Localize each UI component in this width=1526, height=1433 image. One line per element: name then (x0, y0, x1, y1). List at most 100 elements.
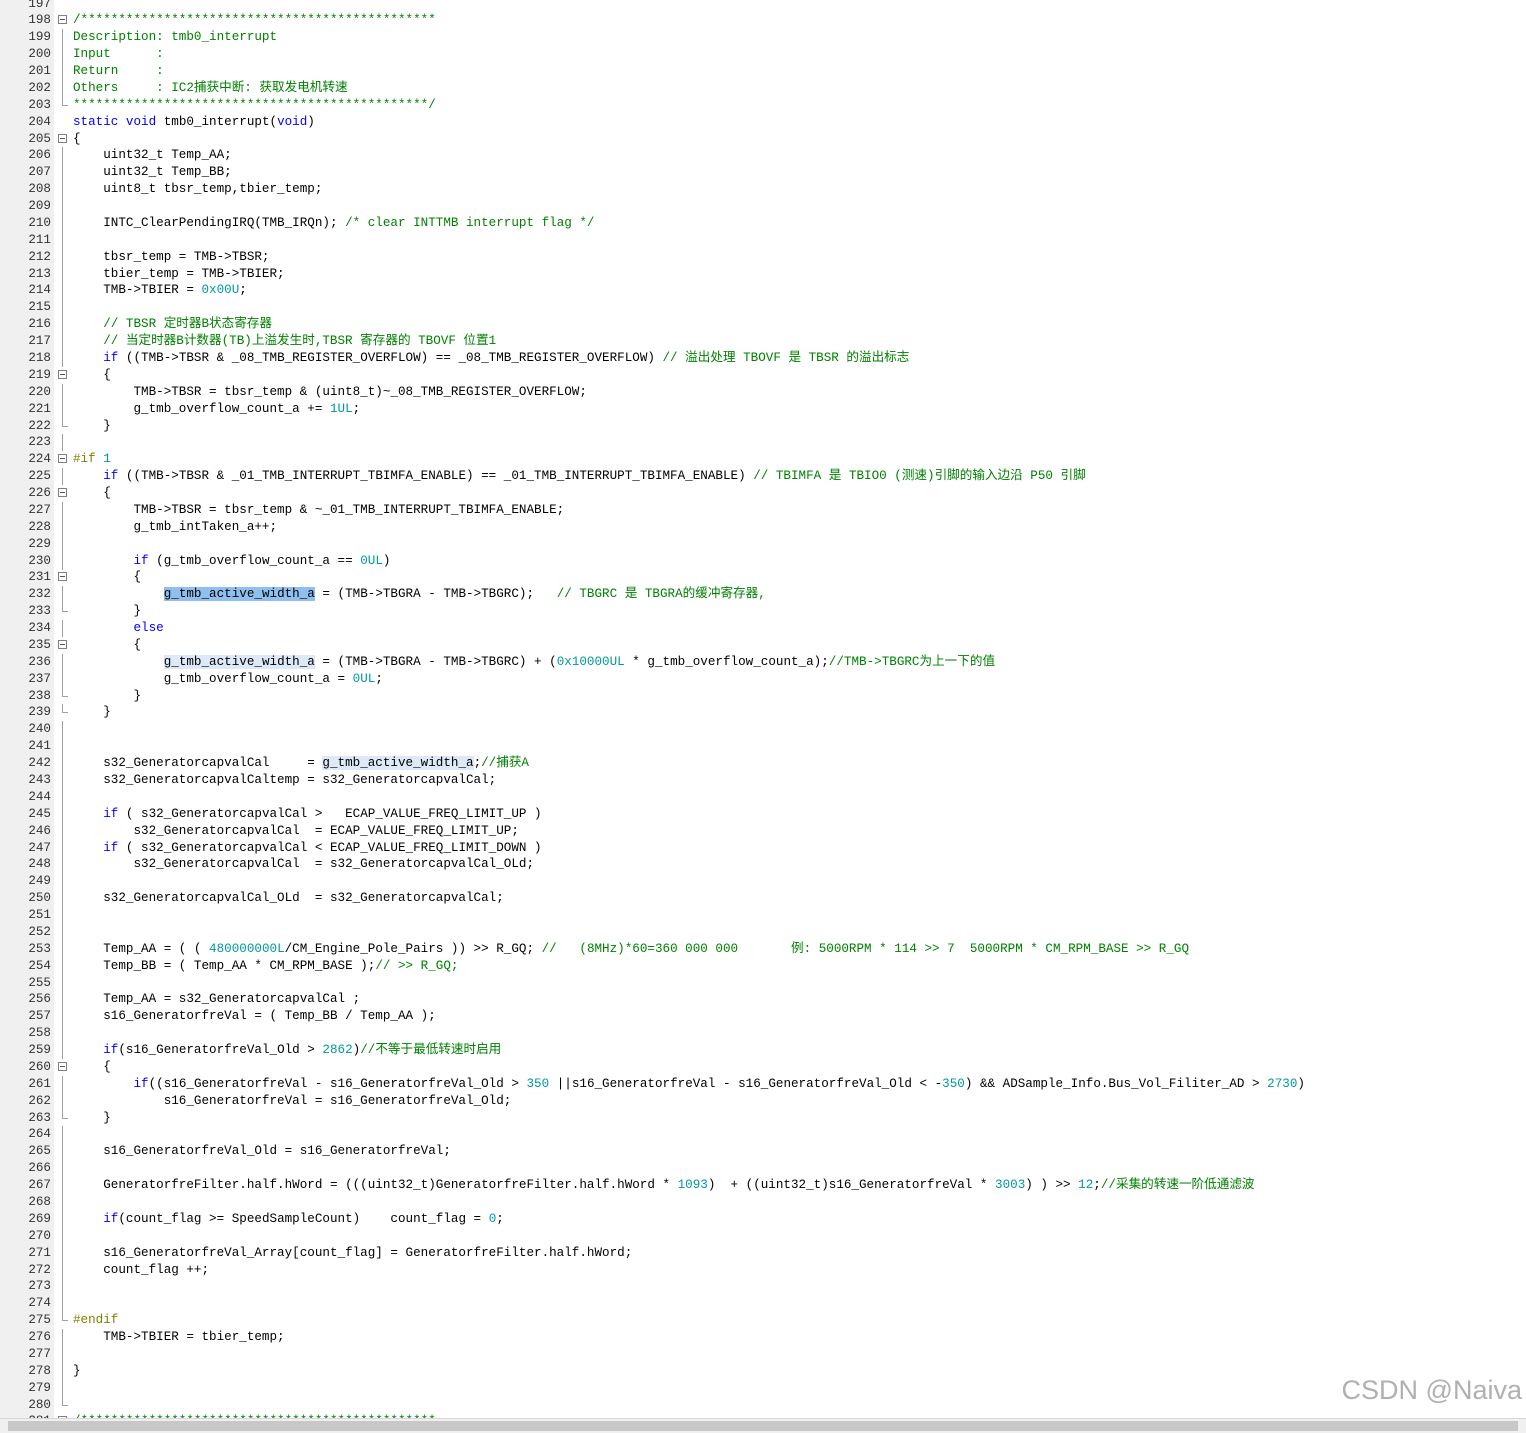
code-token: if (103, 350, 119, 365)
code-text[interactable]: if(count_flag >= SpeedSampleCount) count… (73, 1211, 504, 1228)
code-text[interactable]: if (g_tmb_overflow_count_a == 0UL) (73, 553, 390, 570)
line-number: 198 (28, 13, 51, 28)
code-text[interactable]: TMB->TBSR = tbsr_temp & (uint8_t)~_08_TM… (73, 384, 586, 401)
code-text[interactable]: g_tmb_overflow_count_a = 0UL; (73, 671, 383, 688)
code-text[interactable]: { (73, 637, 141, 654)
line-number: 267 (28, 1178, 51, 1193)
code-token: g_tmb_overflow_count_a = (73, 671, 353, 686)
code-token: Input : (73, 47, 164, 62)
fold-toggle-icon[interactable] (58, 572, 67, 582)
code-text[interactable]: } (73, 704, 111, 721)
code-text[interactable]: count_flag ++; (73, 1262, 209, 1279)
code-text[interactable]: s16_GeneratorfreVal_Old = s16_Generatorf… (73, 1143, 451, 1160)
code-text[interactable]: Temp_AA = ( ( 480000000L/CM_Engine_Pole_… (73, 941, 1189, 958)
code-text[interactable]: { (73, 131, 81, 148)
fold-toggle-icon[interactable] (58, 15, 67, 25)
code-token: uint32_t Temp_AA; (73, 148, 232, 163)
fold-toggle-icon[interactable] (58, 639, 67, 649)
code-text[interactable]: { (73, 1059, 111, 1076)
code-editor[interactable]: 197 198 /*********************************… (0, 0, 1526, 1418)
code-text[interactable]: // 当定时器B计数器(TB)上溢发生时,TBSR 寄存器的 TBOVF 位置1 (73, 333, 496, 350)
line-number: 214 (28, 283, 51, 298)
code-text[interactable]: } (73, 603, 141, 620)
horizontal-scrollbar[interactable] (0, 1418, 1526, 1433)
code-token: count_flag ++; (73, 1262, 210, 1277)
code-text[interactable]: if ( s32_GeneratorcapvalCal > ECAP_VALUE… (73, 806, 541, 823)
code-text[interactable]: s32_GeneratorcapvalCal_OLd = s32_Generat… (73, 890, 504, 907)
code-text[interactable]: Others : IC2捕获中断: 获取发电机转速 (73, 80, 348, 97)
line-number: 265 (28, 1144, 51, 1159)
code-text[interactable]: if ((TMB->TBSR & _08_TMB_REGISTER_OVERFL… (73, 350, 909, 367)
fold-guide-icon (62, 1379, 63, 1397)
code-text[interactable]: g_tmb_active_width_a = (TMB->TBGRA - TMB… (73, 654, 995, 671)
code-text[interactable]: } (73, 418, 111, 435)
fold-guide-icon (62, 755, 63, 773)
code-text[interactable]: #endif (73, 1312, 118, 1329)
code-token: s16_GeneratorfreVal_Array[count_flag] = … (73, 1245, 633, 1260)
code-text[interactable]: TMB->TBIER = 0x00U; (73, 282, 247, 299)
code-text[interactable]: s16_GeneratorfreVal = ( Temp_BB / Temp_A… (73, 1008, 436, 1025)
code-text[interactable]: g_tmb_intTaken_a++; (73, 519, 277, 536)
code-text[interactable]: Description: tmb0_interrupt (73, 29, 277, 46)
scrollbar-thumb[interactable] (8, 1421, 1518, 1431)
code-text[interactable]: s16_GeneratorfreVal = s16_GeneratorfreVa… (73, 1093, 512, 1110)
code-text[interactable]: if ((TMB->TBSR & _01_TMB_INTERRUPT_TBIMF… (73, 468, 1085, 485)
code-token: 12 (1078, 1178, 1094, 1193)
line-number: 276 (28, 1330, 51, 1345)
line-number: 234 (28, 621, 51, 636)
code-text[interactable]: tbsr_temp = TMB->TBSR; (73, 249, 269, 266)
code-text[interactable]: { (73, 485, 111, 502)
line-number: 229 (28, 536, 51, 551)
line-number: 248 (28, 857, 51, 872)
code-text[interactable]: g_tmb_active_width_a = (TMB->TBGRA - TMB… (73, 586, 766, 603)
code-text[interactable]: // TBSR 定时器B状态寄存器 (73, 316, 272, 333)
code-text[interactable]: s32_GeneratorcapvalCal = s32_Generatorca… (73, 856, 534, 873)
code-token: 2730 (1267, 1076, 1298, 1091)
line-number: 275 (28, 1313, 51, 1328)
code-text[interactable]: { (73, 569, 141, 586)
code-text[interactable]: Temp_AA = s32_GeneratorcapvalCal ; (73, 991, 360, 1008)
code-text[interactable]: /***************************************… (73, 12, 436, 29)
code-token: if (133, 553, 149, 568)
code-token: static void (73, 114, 157, 129)
code-text[interactable]: g_tmb_overflow_count_a += 1UL; (73, 401, 360, 418)
code-text[interactable]: } (73, 688, 141, 705)
code-text[interactable]: TMB->TBIER = tbier_temp; (73, 1329, 284, 1346)
code-text[interactable]: if ( s32_GeneratorcapvalCal < ECAP_VALUE… (73, 840, 541, 857)
line-number: 199 (28, 30, 51, 45)
fold-toggle-icon[interactable] (58, 488, 67, 498)
code-text[interactable]: uint32_t Temp_AA; (73, 147, 232, 164)
code-text[interactable]: Input : (73, 46, 164, 63)
code-text[interactable]: uint8_t tbsr_temp,tbier_temp; (73, 181, 322, 198)
code-text[interactable]: if((s16_GeneratorfreVal - s16_Generatorf… (73, 1076, 1304, 1093)
code-text[interactable]: Temp_BB = ( Temp_AA * CM_RPM_BASE );// >… (73, 958, 458, 975)
fold-guide-icon (62, 552, 63, 570)
fold-toggle-icon[interactable] (58, 133, 67, 143)
fold-toggle-icon[interactable] (58, 454, 67, 464)
code-text[interactable]: Return : (73, 63, 164, 80)
code-text[interactable]: { (73, 367, 111, 384)
code-text[interactable]: s16_GeneratorfreVal_Array[count_flag] = … (73, 1245, 632, 1262)
code-text[interactable]: TMB->TBSR = tbsr_temp & ~_01_TMB_INTERRU… (73, 502, 564, 519)
code-text[interactable]: GeneratorfreFilter.half.hWord = (((uint3… (73, 1177, 1254, 1194)
code-text[interactable]: static void tmb0_interrupt(void) (73, 114, 315, 131)
code-text[interactable]: s32_GeneratorcapvalCal = ECAP_VALUE_FREQ… (73, 823, 518, 840)
code-text[interactable]: s32_GeneratorcapvalCal = g_tmb_active_wi… (73, 755, 529, 772)
code-text[interactable]: INTC_ClearPendingIRQ(TMB_IRQn); /* clear… (73, 215, 594, 232)
code-text[interactable]: #if 1 (73, 451, 111, 468)
fold-guide-icon (62, 822, 63, 840)
line-number: 197 (28, 0, 51, 11)
code-token: g_tmb_overflow_count_a += (73, 401, 330, 416)
code-text[interactable]: else (73, 620, 163, 637)
fold-toggle-icon[interactable] (58, 1061, 67, 1071)
code-text[interactable]: if(s16_GeneratorfreVal_Old > 2862)//不等于最… (73, 1042, 501, 1059)
code-text[interactable]: tbier_temp = TMB->TBIER; (73, 266, 284, 283)
code-text[interactable]: s32_GeneratorcapvalCaltemp = s32_Generat… (73, 772, 496, 789)
code-text[interactable]: } (73, 1110, 111, 1127)
code-text[interactable]: ****************************************… (73, 97, 436, 114)
fold-guide-icon (62, 265, 63, 283)
code-text[interactable]: } (73, 1363, 81, 1380)
fold-toggle-icon[interactable] (58, 369, 67, 379)
code-text[interactable]: uint32_t Temp_BB; (73, 164, 232, 181)
